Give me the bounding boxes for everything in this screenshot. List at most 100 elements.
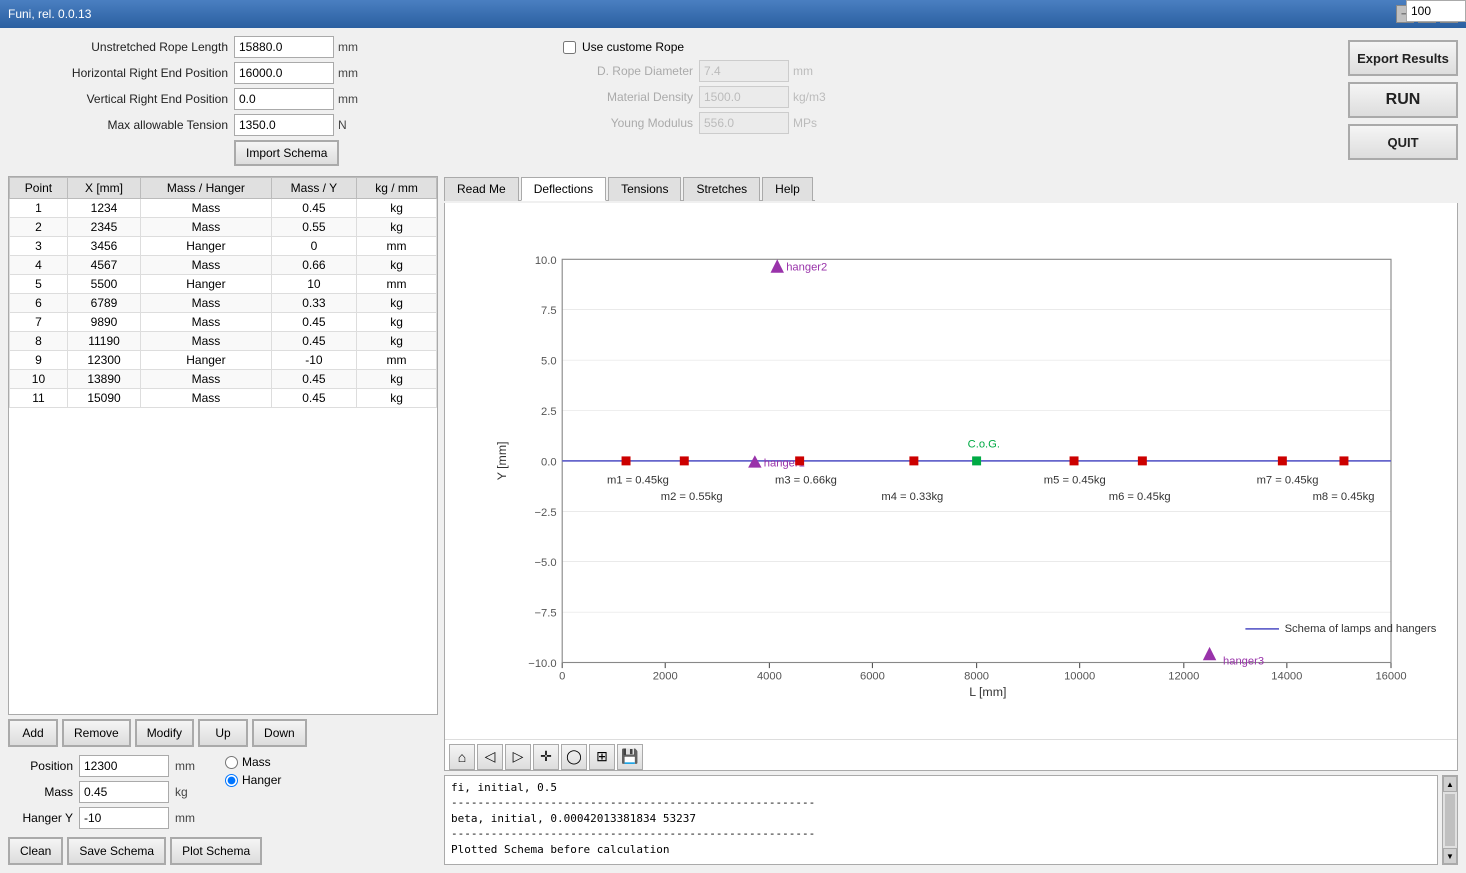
clean-button[interactable]: Clean (8, 837, 63, 865)
tool-forward[interactable]: ▷ (505, 744, 531, 770)
scroll-down-arrow[interactable]: ▼ (1443, 848, 1457, 864)
tab-readme[interactable]: Read Me (444, 177, 519, 201)
tab-content: Y [mm] L [mm] 10.0 7.5 5.0 (444, 203, 1458, 771)
density-input[interactable] (699, 86, 789, 108)
table-cell: 5 (10, 275, 68, 294)
radio-hanger-label[interactable]: Hanger (225, 773, 281, 787)
up-button[interactable]: Up (198, 719, 248, 747)
table-cell: 9 (10, 351, 68, 370)
app-title: Funi, rel. 0.0.13 (8, 7, 91, 21)
table-cell: 13890 (67, 370, 140, 389)
right-panel: Read Me Deflections Tensions Stretches H… (444, 176, 1458, 865)
right-buttons: Export Results RUN QUIT (1348, 36, 1458, 170)
quit-button[interactable]: QUIT (1348, 124, 1458, 160)
table-cell: mm (357, 275, 437, 294)
mass-marker-2 (680, 456, 689, 465)
col-kg-mm: kg / mm (357, 178, 437, 199)
tab-help[interactable]: Help (762, 177, 813, 201)
tool-configure[interactable]: ⊞ (589, 744, 615, 770)
scroll-thumb[interactable] (1445, 794, 1455, 846)
mass-unit: kg (175, 785, 188, 799)
svg-text:4000: 4000 (757, 670, 782, 682)
young-modulus-unit: MPs (793, 116, 833, 130)
svg-text:0: 0 (559, 670, 565, 682)
max-tension-input[interactable] (234, 114, 334, 136)
svg-text:10000: 10000 (1064, 670, 1095, 682)
svg-text:0.0: 0.0 (541, 456, 557, 468)
table-cell: Hanger (141, 351, 272, 370)
chart-toolbar: ⌂ ◁ ▷ ✛ ◯ ⊞ 💾 (445, 739, 1457, 774)
max-tension-unit: N (338, 118, 368, 132)
add-button[interactable]: Add (8, 719, 58, 747)
table-cell: 0.66 (271, 256, 356, 275)
hanger-y-row: Hanger Y mm (8, 807, 195, 829)
scroll-up-arrow[interactable]: ▲ (1443, 776, 1457, 792)
horizontal-pos-input[interactable] (234, 62, 334, 84)
tab-tensions[interactable]: Tensions (608, 177, 681, 201)
table-cell: 6789 (67, 294, 140, 313)
table-row: 11234Mass0.45kg (10, 199, 437, 218)
col-point: Point (10, 178, 68, 199)
table-cell: Mass (141, 389, 272, 408)
table-cell: 0.45 (271, 313, 356, 332)
title-bar: Funi, rel. 0.0.13 ─ □ ✕ (0, 0, 1466, 28)
position-input[interactable] (79, 755, 169, 777)
tool-zoom[interactable]: ◯ (561, 744, 587, 770)
log-scrollbar[interactable]: ▲ ▼ (1442, 775, 1458, 865)
table-cell: 11190 (67, 332, 140, 351)
tool-home[interactable]: ⌂ (449, 744, 475, 770)
custom-rope-checkbox[interactable] (563, 41, 576, 54)
table-row: 33456Hanger0mm (10, 237, 437, 256)
import-schema-button[interactable]: Import Schema (234, 140, 339, 166)
table-cell: kg (357, 218, 437, 237)
tab-stretches[interactable]: Stretches (683, 177, 760, 201)
diameter-input[interactable] (699, 60, 789, 82)
svg-text:−7.5: −7.5 (535, 608, 557, 620)
table-cell: 1234 (67, 199, 140, 218)
run-button[interactable]: RUN (1348, 82, 1458, 118)
modify-button[interactable]: Modify (135, 719, 194, 747)
svg-text:L [mm]: L [mm] (969, 685, 1006, 699)
remove-button[interactable]: Remove (62, 719, 131, 747)
tool-move[interactable]: ✛ (533, 744, 559, 770)
import-schema-row: Import Schema (8, 140, 523, 166)
table-row: 55500Hanger10mm (10, 275, 437, 294)
svg-text:7.5: 7.5 (541, 305, 557, 317)
tab-deflections[interactable]: Deflections (521, 177, 606, 201)
radio-mass[interactable] (225, 756, 238, 769)
zoom-input[interactable] (1406, 0, 1466, 22)
table-row: 66789Mass0.33kg (10, 294, 437, 313)
table-cell: 4567 (67, 256, 140, 275)
action-buttons: Add Remove Modify Up Down (8, 719, 438, 747)
table-cell: 2345 (67, 218, 140, 237)
table-row: 1013890Mass0.45kg (10, 370, 437, 389)
mass-marker-6 (909, 456, 918, 465)
tool-save[interactable]: 💾 (617, 744, 643, 770)
hanger-y-input[interactable] (79, 807, 169, 829)
table-cell: 5500 (67, 275, 140, 294)
plot-schema-button[interactable]: Plot Schema (170, 837, 262, 865)
radio-hanger[interactable] (225, 774, 238, 787)
tool-back[interactable]: ◁ (477, 744, 503, 770)
density-row: Material Density kg/m3 (563, 86, 833, 108)
custom-rope-fields: D. Rope Diameter mm Material Density kg/… (563, 60, 833, 134)
vertical-pos-input[interactable] (234, 88, 334, 110)
young-modulus-input[interactable] (699, 112, 789, 134)
svg-text:2.5: 2.5 (541, 406, 557, 418)
log-line-2: beta, initial, 0.00042013381834 53237 (451, 811, 1431, 826)
radio-mass-label[interactable]: Mass (225, 755, 281, 769)
diameter-row: D. Rope Diameter mm (563, 60, 833, 82)
down-button[interactable]: Down (252, 719, 307, 747)
table-cell: mm (357, 237, 437, 256)
table-row: 22345Mass0.55kg (10, 218, 437, 237)
svg-text:5.0: 5.0 (541, 356, 557, 368)
unstretched-rope-input[interactable] (234, 36, 334, 58)
mass-input[interactable] (79, 781, 169, 803)
table-cell: 0.45 (271, 389, 356, 408)
export-results-button[interactable]: Export Results (1348, 40, 1458, 76)
m1-label: m1 = 0.45kg (607, 474, 669, 486)
position-row: Position mm (8, 755, 195, 777)
save-schema-button[interactable]: Save Schema (67, 837, 166, 865)
svg-text:2000: 2000 (653, 670, 678, 682)
radio-group: Mass Hanger (225, 755, 281, 829)
